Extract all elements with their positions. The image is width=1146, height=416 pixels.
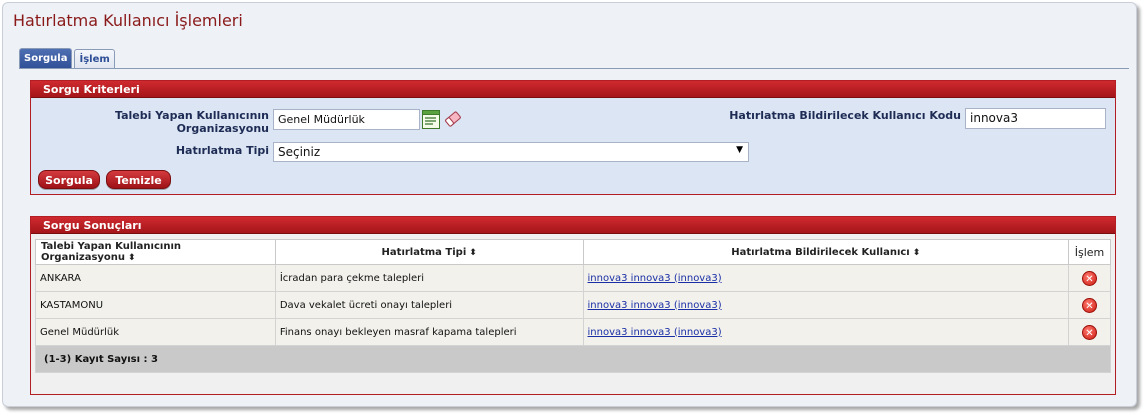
table-footer-row: (1-3) Kayıt Sayısı : 3 (35, 345, 1111, 373)
sort-icon: ⬍ (128, 253, 136, 263)
sort-icon: ⬍ (912, 247, 921, 258)
cell-user: innova3 innova3 (innova3) (582, 291, 1070, 319)
tab-bar: Sorgula İşlem (19, 48, 115, 69)
cell-org: ANKARA (35, 264, 276, 292)
page-title: Hatırlatma Kullanıcı İşlemleri (13, 11, 243, 30)
eraser-icon[interactable] (443, 109, 463, 129)
column-header-type-label: Hatırlatma Tipi (381, 246, 467, 258)
cell-action: ✕ (1068, 318, 1111, 346)
column-header-user[interactable]: Hatırlatma Bildirilecek Kullanıcı ⬍ (582, 239, 1070, 265)
criteria-panel-header: Sorgu Kriterleri (31, 81, 1115, 98)
cell-org: KASTAMONU (35, 291, 276, 319)
list-picker-icon[interactable] (422, 110, 440, 129)
reminder-type-value: Seçiniz (278, 145, 321, 159)
table-header-row: Talebi Yapan Kullanıcının Organizasyonu ⬍… (35, 239, 1111, 265)
column-header-user-label: Hatırlatma Bildirilecek Kullanıcı (731, 246, 910, 258)
column-header-type[interactable]: Hatırlatma Tipi ⬍ (274, 239, 584, 265)
cell-action: ✕ (1068, 264, 1111, 292)
user-link[interactable]: innova3 innova3 (innova3) (588, 327, 722, 338)
clear-button[interactable]: Temizle (106, 170, 171, 189)
table-row: KASTAMONU Dava vekalet ücreti onayı tale… (35, 291, 1111, 319)
delete-icon[interactable]: ✕ (1082, 297, 1097, 313)
tab-divider (19, 68, 1129, 69)
chevron-down-icon: ▼ (736, 145, 743, 155)
column-header-org[interactable]: Talebi Yapan Kullanıcının Organizasyonu ⬍ (35, 239, 276, 265)
table-row: Genel Müdürlük Finans onayı bekleyen mas… (35, 318, 1111, 346)
table-row: ANKARA İcradan para çekme talepleri inno… (35, 264, 1111, 292)
sort-icon: ⬍ (469, 247, 477, 258)
reminder-type-label: Hatırlatma Tipi (175, 144, 269, 157)
user-link[interactable]: innova3 innova3 (innova3) (588, 300, 722, 311)
delete-icon[interactable]: ✕ (1082, 324, 1097, 340)
record-count: (1-3) Kayıt Sayısı : 3 (35, 345, 1111, 373)
window-frame: Hatırlatma Kullanıcı İşlemleri Sorgula İ… (2, 2, 1137, 407)
results-table: Talebi Yapan Kullanıcının Organizasyonu ⬍… (35, 239, 1111, 373)
column-header-action: İşlem (1068, 239, 1111, 265)
notify-user-field[interactable]: innova3 (965, 108, 1106, 129)
notify-user-label: Hatırlatma Bildirilecek Kullanıcı Kodu (729, 109, 961, 122)
query-button[interactable]: Sorgula (38, 170, 100, 189)
user-link[interactable]: innova3 innova3 (innova3) (588, 273, 722, 284)
tab-sorgula[interactable]: Sorgula (19, 48, 73, 69)
cell-type: İcradan para çekme talepleri (274, 264, 584, 292)
reminder-type-select[interactable]: Seçiniz ▼ (273, 142, 749, 162)
results-panel-header: Sorgu Sonuçları (31, 217, 1115, 234)
cell-type: Finans onayı bekleyen masraf kapama tale… (274, 318, 584, 346)
cell-type: Dava vekalet ücreti onayı talepleri (274, 291, 584, 319)
column-header-org-label: Talebi Yapan Kullanıcının Organizasyonu (41, 241, 181, 263)
cell-action: ✕ (1068, 291, 1111, 319)
org-field[interactable]: Genel Müdürlük (273, 109, 420, 130)
cell-user: innova3 innova3 (innova3) (582, 318, 1070, 346)
org-label: Talebi Yapan Kullanıcının Organizasyonu (115, 109, 269, 135)
cell-user: innova3 innova3 (innova3) (582, 264, 1070, 292)
delete-icon[interactable]: ✕ (1082, 270, 1097, 286)
cell-org: Genel Müdürlük (35, 318, 276, 346)
results-panel: Sorgu Sonuçları Talebi Yapan Kullanıcını… (30, 216, 1116, 395)
tab-islem[interactable]: İşlem (74, 49, 115, 69)
criteria-panel: Sorgu Kriterleri Talebi Yapan Kullanıcın… (30, 80, 1116, 195)
